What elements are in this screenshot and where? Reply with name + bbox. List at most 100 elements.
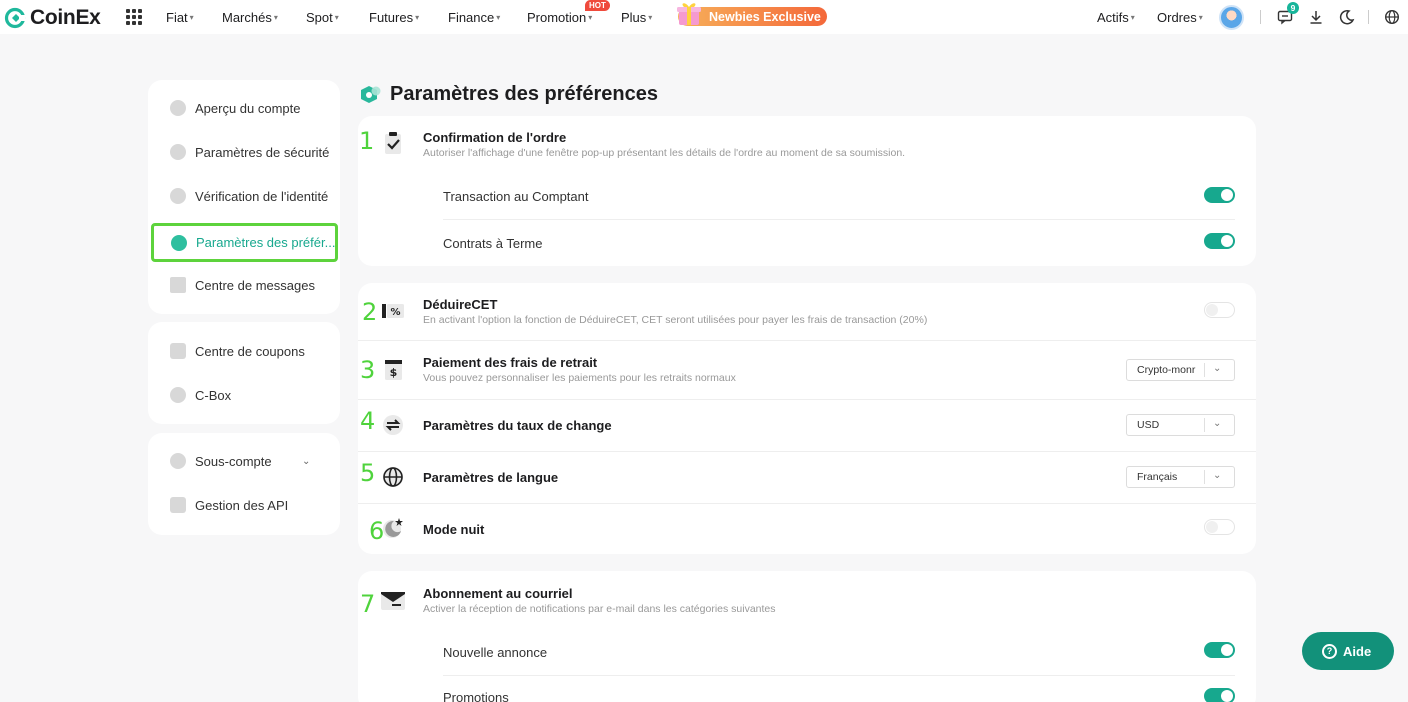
sidebar-item-identite[interactable]: Vérification de l'identité — [148, 176, 340, 216]
sidebar-item-label: Vérification de l'identité — [195, 188, 329, 204]
annotation-number: 1 — [359, 127, 375, 155]
svg-text:%: % — [390, 307, 400, 318]
deduire-cet-toggle[interactable] — [1204, 302, 1235, 318]
nav-spot[interactable]: Spot ▾ — [306, 0, 339, 34]
divider — [1204, 418, 1205, 432]
email-subscription-desc: Activer la réception de notifications pa… — [423, 603, 776, 615]
preferences-icon — [171, 234, 187, 251]
message-icon — [170, 277, 186, 293]
order-confirmation-title: Confirmation de l'ordre — [423, 130, 567, 145]
sidebar-item-coupons[interactable]: Centre de coupons — [148, 331, 340, 371]
divider — [1204, 470, 1205, 484]
sidebar-item-api[interactable]: Gestion des API — [148, 485, 340, 525]
sidebar-item-label: Aperçu du compte — [195, 100, 301, 116]
sidebar-account-group: Aperçu du compte Paramètres de sécurité … — [148, 80, 340, 314]
language-select[interactable]: Français ⌄ — [1126, 466, 1235, 488]
annotation-number: 4 — [360, 407, 376, 435]
globe-icon[interactable] — [1384, 9, 1400, 25]
nav-actifs[interactable]: Actifs ▾ — [1097, 0, 1135, 34]
id-card-icon — [170, 188, 186, 204]
top-navigation-bar: CoinEx Fiat ▾ Marchés ▾ Spot ▾ Futures ▾ Fin… — [0, 0, 1408, 34]
question-icon: ? — [1322, 643, 1337, 659]
divider — [1260, 10, 1261, 24]
sidebar-item-label: Gestion des API — [195, 497, 289, 513]
coinex-logo-icon — [4, 7, 26, 29]
sidebar-subaccount-group: Sous-compte ⌄ Gestion des API — [148, 433, 340, 535]
clipboard-check-icon — [385, 132, 401, 154]
sidebar-item-label: Paramètres des préfér... — [196, 235, 336, 250]
svg-text:$: $ — [390, 366, 398, 379]
nav-finance[interactable]: Finance ▾ — [448, 0, 500, 34]
withdraw-fee-select[interactable]: Crypto-monr ⌄ — [1126, 359, 1235, 381]
exchange-rate-select[interactable]: USD ⌄ — [1126, 414, 1235, 436]
language-globe-icon — [383, 467, 403, 487]
order-confirmation-desc: Autoriser l'affichage d'une fenêtre pop-… — [423, 147, 906, 159]
box-icon — [170, 387, 186, 403]
sidebar-item-label: Centre de messages — [195, 277, 315, 293]
sidebar-item-sous-compte[interactable]: Sous-compte ⌄ — [148, 441, 340, 481]
api-icon — [170, 497, 186, 513]
annotation-number: 2 — [362, 298, 378, 326]
coinex-logo[interactable]: CoinEx — [4, 6, 101, 30]
shield-icon — [170, 144, 186, 160]
promotions-toggle[interactable] — [1204, 688, 1235, 702]
sub-account-icon — [170, 453, 186, 469]
sidebar-item-messages[interactable]: Centre de messages — [148, 265, 340, 305]
nav-fiat[interactable]: Fiat ▾ — [166, 0, 194, 34]
nav-ordres[interactable]: Ordres ▾ — [1157, 0, 1203, 34]
help-label: Aide — [1343, 643, 1372, 659]
futures-contracts-label: Contrats à Terme — [443, 236, 543, 251]
preferences-title-icon — [361, 86, 381, 103]
annotation-number: 7 — [360, 590, 376, 618]
sidebar-item-apercu[interactable]: Aperçu du compte — [148, 88, 340, 128]
sidebar-item-preferences[interactable]: Paramètres des préfér... — [151, 223, 338, 262]
chevron-down-icon: ⌄ — [1213, 363, 1222, 374]
divider — [1204, 363, 1205, 377]
promotions-label: Promotions — [443, 690, 509, 702]
futures-contracts-toggle[interactable] — [1204, 233, 1235, 249]
divider — [1368, 10, 1369, 24]
divider — [358, 451, 1256, 452]
notification-badge: 9 — [1287, 2, 1299, 14]
pie-chart-icon — [170, 100, 186, 116]
chevron-down-icon: ⌄ — [1213, 470, 1222, 481]
brand-name: CoinEx — [30, 6, 101, 29]
dollar-wallet-icon: $ — [385, 360, 402, 380]
help-button[interactable]: ? Aide — [1302, 632, 1394, 670]
fee-percent-icon: % — [382, 304, 404, 318]
download-icon[interactable] — [1308, 9, 1324, 25]
sidebar-item-label: C-Box — [195, 387, 232, 403]
nav-plus[interactable]: Plus ▾ — [621, 0, 652, 34]
night-mode-icon — [383, 518, 403, 538]
nav-promotion[interactable]: Promotion ▾ — [527, 0, 592, 34]
nav-marches[interactable]: Marchés ▾ — [222, 0, 278, 34]
exchange-rate-title: Paramètres du taux de change — [423, 418, 612, 433]
divider — [358, 340, 1256, 341]
chevron-down-icon[interactable]: ⌄ — [302, 456, 310, 467]
withdraw-fee-desc: Vous pouvez personnaliser les paiements … — [423, 372, 736, 384]
select-value: Français — [1137, 471, 1178, 483]
envelope-icon — [381, 592, 405, 610]
sidebar-item-cbox[interactable]: C-Box — [148, 375, 340, 415]
hot-badge: HOT — [585, 0, 610, 11]
sidebar-item-label: Paramètres de sécurité — [195, 144, 330, 160]
divider — [358, 503, 1256, 504]
new-announcement-label: Nouvelle annonce — [443, 645, 548, 660]
night-mode-title: Mode nuit — [423, 522, 485, 537]
avatar[interactable] — [1219, 5, 1244, 30]
language-title: Paramètres de langue — [423, 470, 559, 485]
exchange-arrows-icon — [383, 415, 403, 435]
apps-grid-icon[interactable] — [126, 9, 142, 25]
spot-transaction-toggle[interactable] — [1204, 187, 1235, 203]
select-value: Crypto-monr — [1137, 364, 1196, 376]
sidebar-rewards-group: Centre de coupons C-Box — [148, 322, 340, 424]
new-announcement-toggle[interactable] — [1204, 642, 1235, 658]
nav-futures[interactable]: Futures ▾ — [369, 0, 419, 34]
divider — [443, 675, 1235, 676]
sidebar-item-securite[interactable]: Paramètres de sécurité — [148, 132, 340, 172]
annotation-number: 3 — [360, 356, 376, 384]
gift-icon — [677, 3, 701, 25]
sidebar-item-label: Centre de coupons — [195, 343, 305, 359]
night-mode-toggle[interactable] — [1204, 519, 1235, 535]
moon-icon[interactable] — [1339, 9, 1355, 25]
